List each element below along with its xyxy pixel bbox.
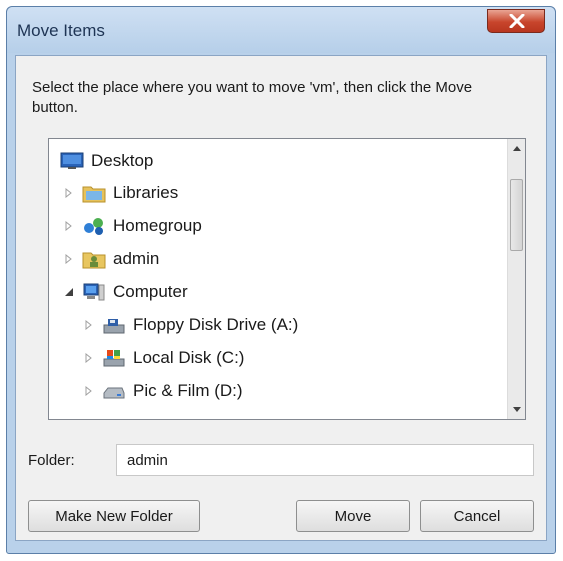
title-bar[interactable]: Move Items — [7, 7, 555, 53]
tree-item-desktop[interactable]: Desktop — [59, 147, 153, 175]
close-button[interactable] — [487, 9, 545, 33]
tree-item-label: Local Disk (C:) — [133, 348, 245, 367]
instruction-text: Select the place where you want to move … — [32, 79, 473, 116]
collapse-arrow-icon[interactable] — [63, 286, 75, 298]
tree-item-floppy-drive[interactable]: Floppy Disk Drive (A:) — [83, 311, 298, 339]
tree-item-homegroup[interactable]: Homegroup — [63, 212, 202, 240]
expand-arrow-icon[interactable] — [63, 220, 75, 232]
dialog-title: Move Items — [17, 21, 105, 40]
tree-item-admin[interactable]: admin — [63, 245, 159, 273]
folder-input[interactable] — [116, 444, 534, 476]
local-disk-icon — [101, 347, 127, 369]
tree-item-label: Libraries — [113, 183, 179, 202]
tree-item-label: Floppy Disk Drive (A:) — [133, 315, 299, 334]
tree-item-label: Pic & Film (D:) — [133, 381, 243, 400]
expand-arrow-icon[interactable] — [83, 319, 95, 331]
close-icon — [509, 14, 525, 28]
libraries-icon — [81, 182, 107, 204]
tree-item-partial — [83, 409, 203, 420]
scroll-down-button[interactable] — [508, 401, 525, 419]
tree-item-label: admin — [113, 249, 160, 268]
drive-icon — [101, 380, 127, 402]
floppy-drive-icon — [101, 314, 127, 336]
expand-arrow-icon[interactable] — [83, 352, 95, 364]
computer-icon — [81, 281, 107, 303]
tree-item-local-disk[interactable]: Local Disk (C:) — [83, 344, 244, 372]
scroll-up-icon — [512, 146, 521, 151]
folder-label: Folder: — [28, 452, 75, 469]
scrollbar-thumb[interactable] — [510, 179, 523, 251]
homegroup-icon — [81, 215, 107, 237]
user-folder-icon — [81, 248, 107, 270]
make-new-folder-button[interactable]: Make New Folder — [28, 500, 200, 532]
tree-item-label: Desktop — [91, 151, 154, 170]
expand-arrow-icon[interactable] — [63, 187, 75, 199]
tree-item-label: Homegroup — [113, 216, 202, 235]
folder-tree[interactable]: Desktop Libraries Homegroup admin Comput… — [48, 138, 526, 420]
dialog-body: Select the place where you want to move … — [15, 55, 547, 541]
desktop-icon — [59, 150, 85, 172]
move-items-dialog: Move Items Select the place where you wa… — [6, 6, 556, 554]
tree-item-computer[interactable]: Computer — [63, 278, 188, 306]
vertical-scrollbar[interactable] — [507, 139, 525, 419]
tree-item-libraries[interactable]: Libraries — [63, 179, 178, 207]
expand-arrow-icon[interactable] — [83, 385, 95, 397]
scroll-down-icon — [512, 407, 521, 412]
scroll-up-button[interactable] — [508, 139, 525, 157]
move-button[interactable]: Move — [296, 500, 410, 532]
partial-row-fragment — [83, 419, 203, 420]
expand-arrow-icon[interactable] — [63, 253, 75, 265]
tree-item-label: Computer — [113, 282, 188, 301]
tree-item-pic-and-film[interactable]: Pic & Film (D:) — [83, 377, 243, 405]
cancel-button[interactable]: Cancel — [420, 500, 534, 532]
